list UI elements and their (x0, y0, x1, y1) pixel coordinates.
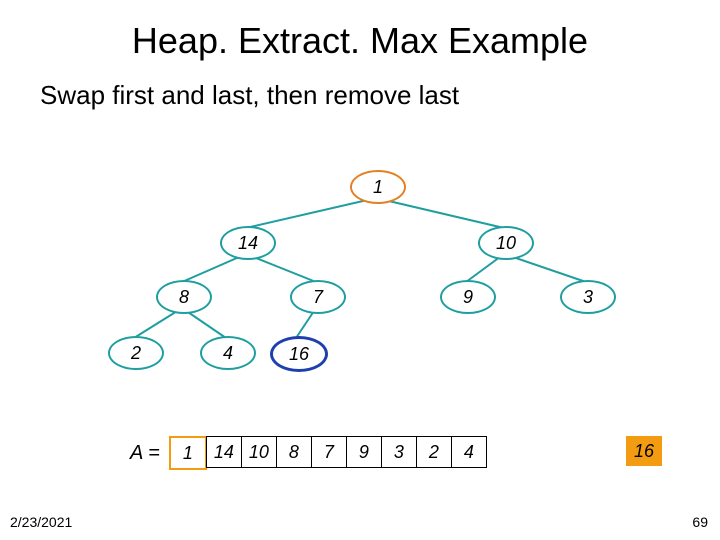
tree-node: 7 (290, 280, 346, 314)
array-label: A = (130, 442, 160, 465)
array-cell: 14 (206, 436, 242, 468)
footer-page: 69 (692, 514, 708, 530)
array-cell: 3 (381, 436, 417, 468)
array-cell: 1 (169, 436, 207, 470)
page-title: Heap. Extract. Max Example (0, 0, 720, 62)
heap-tree: 1 14 10 8 7 9 3 2 4 16 (0, 170, 720, 400)
array-cell: 8 (276, 436, 312, 468)
array-cell: 10 (241, 436, 277, 468)
array: 11410879324 (170, 436, 487, 470)
array-row: A = 11410879324 (130, 436, 487, 470)
step-description: Swap first and last, then remove last (0, 62, 720, 111)
tree-node: 10 (478, 226, 534, 260)
footer-date: 2/23/2021 (10, 514, 72, 530)
array-cell: 4 (451, 436, 487, 468)
array-cell: 2 (416, 436, 452, 468)
array-trailing-cell: 16 (626, 436, 662, 466)
tree-node: 2 (108, 336, 164, 370)
tree-node: 16 (270, 336, 328, 372)
tree-node: 9 (440, 280, 496, 314)
tree-node: 14 (220, 226, 276, 260)
array-cell: 7 (311, 436, 347, 468)
tree-node: 1 (350, 170, 406, 204)
array-cell: 9 (346, 436, 382, 468)
tree-node: 4 (200, 336, 256, 370)
tree-node: 3 (560, 280, 616, 314)
tree-node: 8 (156, 280, 212, 314)
